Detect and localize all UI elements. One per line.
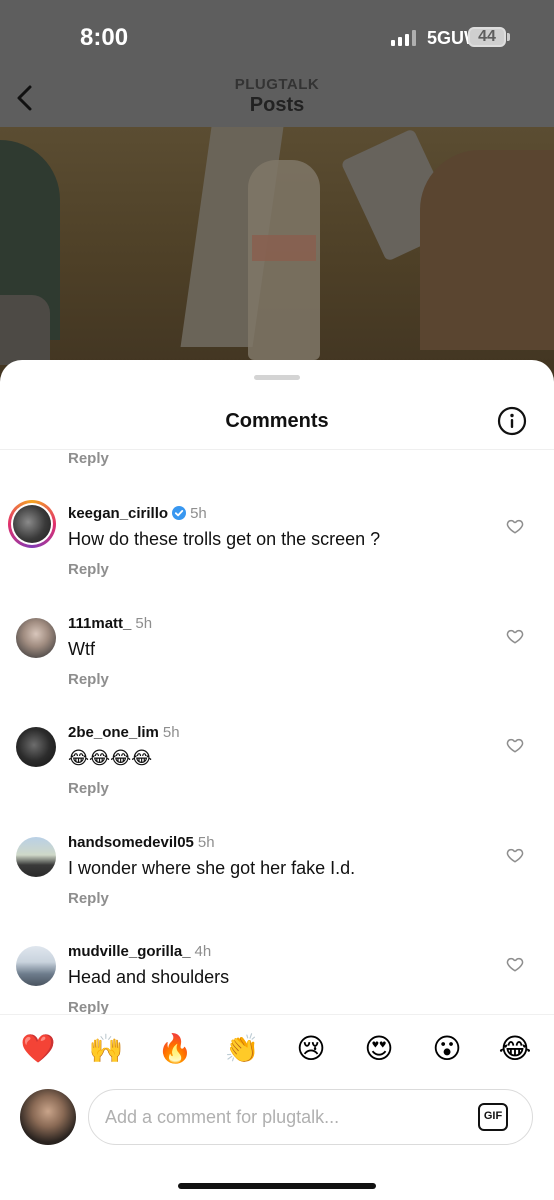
current-user-avatar <box>20 1089 76 1145</box>
emoji-surprised-button[interactable]: 😮 <box>429 1031 465 1067</box>
header-account: PLUGTALK <box>234 76 320 93</box>
comment-username-row: mudville_gorilla_ 4h <box>68 943 211 960</box>
reply-button[interactable]: Reply <box>68 780 109 797</box>
avatar[interactable] <box>16 727 56 767</box>
comment-time: 5h <box>197 834 215 851</box>
comment-username[interactable]: mudville_gorilla_ <box>68 943 191 960</box>
comment-username[interactable]: 2be_one_lim <box>68 724 159 741</box>
gif-button[interactable]: GIF <box>478 1103 508 1131</box>
comment-username-row: handsomedevil05 5h <box>68 834 215 851</box>
comments-list[interactable]: Reply keegan_cirillo 5h How do these trol… <box>0 450 554 1015</box>
comment-text: 😂😂😂😂 <box>68 748 153 768</box>
battery-icon: 44 <box>468 27 506 47</box>
comment-username-row: 2be_one_lim 5h <box>68 724 180 741</box>
reply-button[interactable]: Reply <box>68 890 109 907</box>
avatar[interactable] <box>16 837 56 877</box>
comment-time: 5h <box>162 724 180 741</box>
like-heart-icon[interactable] <box>506 627 524 645</box>
comment-item: mudville_gorilla_ 4h Head and shoulders R… <box>0 943 554 1015</box>
sheet-title: Comments <box>225 410 329 432</box>
comment-time: 5h <box>190 505 207 522</box>
comment-username-row: 111matt_ 5h <box>68 615 152 632</box>
like-heart-icon[interactable] <box>506 955 524 973</box>
hand-shape <box>420 150 554 350</box>
comment-item: handsomedevil05 5h I wonder where she got… <box>0 834 554 934</box>
comment-item: 111matt_ 5h Wtf Reply <box>0 615 554 715</box>
like-heart-icon[interactable] <box>506 736 524 754</box>
reply-button[interactable]: Reply <box>68 450 109 467</box>
avatar[interactable] <box>16 618 56 658</box>
comment-text: Head and shoulders <box>68 967 230 987</box>
emoji-clap-button[interactable]: 👏 <box>224 1031 260 1067</box>
emoji-raised-hands-button[interactable]: 🙌 <box>88 1031 124 1067</box>
avatar <box>13 505 51 543</box>
cellular-signal-icon <box>391 30 416 46</box>
emoji-fire-button[interactable]: 🔥 <box>157 1031 193 1067</box>
like-heart-icon[interactable] <box>506 846 524 864</box>
page-title: Posts <box>249 94 305 116</box>
reply-button[interactable]: Reply <box>68 561 109 578</box>
comment-text: How do these trolls get on the screen ? <box>68 529 381 549</box>
emoji-laughing-button[interactable]: 😂 <box>497 1031 533 1067</box>
comment-time: 4h <box>194 943 212 960</box>
emoji-quick-bar: ❤️ 🙌 🔥 👏 😢 😍 😮 😂 <box>0 1014 554 1086</box>
reply-button[interactable]: Reply <box>68 671 109 688</box>
pot-shape <box>0 295 50 365</box>
comment-text: Wtf <box>68 639 95 659</box>
battery-level: 44 <box>478 28 496 45</box>
comment-input[interactable] <box>105 1105 455 1129</box>
comment-time: 5h <box>135 615 153 632</box>
info-icon[interactable] <box>497 406 527 436</box>
verified-badge-icon <box>172 506 187 520</box>
comment-item: keegan_cirillo 5h How do these trolls get… <box>0 500 554 605</box>
emoji-crying-button[interactable]: 😢 <box>293 1031 329 1067</box>
like-heart-icon[interactable] <box>506 517 524 535</box>
emoji-heart-eyes-button[interactable]: 😍 <box>361 1031 397 1067</box>
emoji-heart-button[interactable]: ❤️ <box>20 1031 56 1067</box>
comment-username[interactable]: handsomedevil05 <box>68 834 194 851</box>
comment-username-row: keegan_cirillo 5h <box>68 505 207 522</box>
comment-text: I wonder where she got her fake I.d. <box>68 858 356 878</box>
avatar-story-ring[interactable] <box>8 500 56 548</box>
comment-item: 2be_one_lim 5h 😂😂😂😂 Reply <box>0 724 554 824</box>
comments-sheet: Comments Reply keegan_cirillo 5h How do t… <box>0 360 554 1200</box>
status-bar: 8:00 5GUW 44 <box>0 0 554 70</box>
comment-composer: GIF <box>88 1089 533 1145</box>
comment-username[interactable]: 111matt_ <box>68 615 131 632</box>
avatar[interactable] <box>16 946 56 986</box>
sheet-grabber[interactable] <box>254 375 300 380</box>
comment-username[interactable]: keegan_cirillo <box>68 505 168 522</box>
home-indicator[interactable] <box>178 1183 376 1189</box>
battery-cap <box>507 33 510 41</box>
status-time: 8:00 <box>80 24 129 51</box>
reply-button[interactable]: Reply <box>68 999 109 1015</box>
bottle-label-shape <box>252 235 316 261</box>
